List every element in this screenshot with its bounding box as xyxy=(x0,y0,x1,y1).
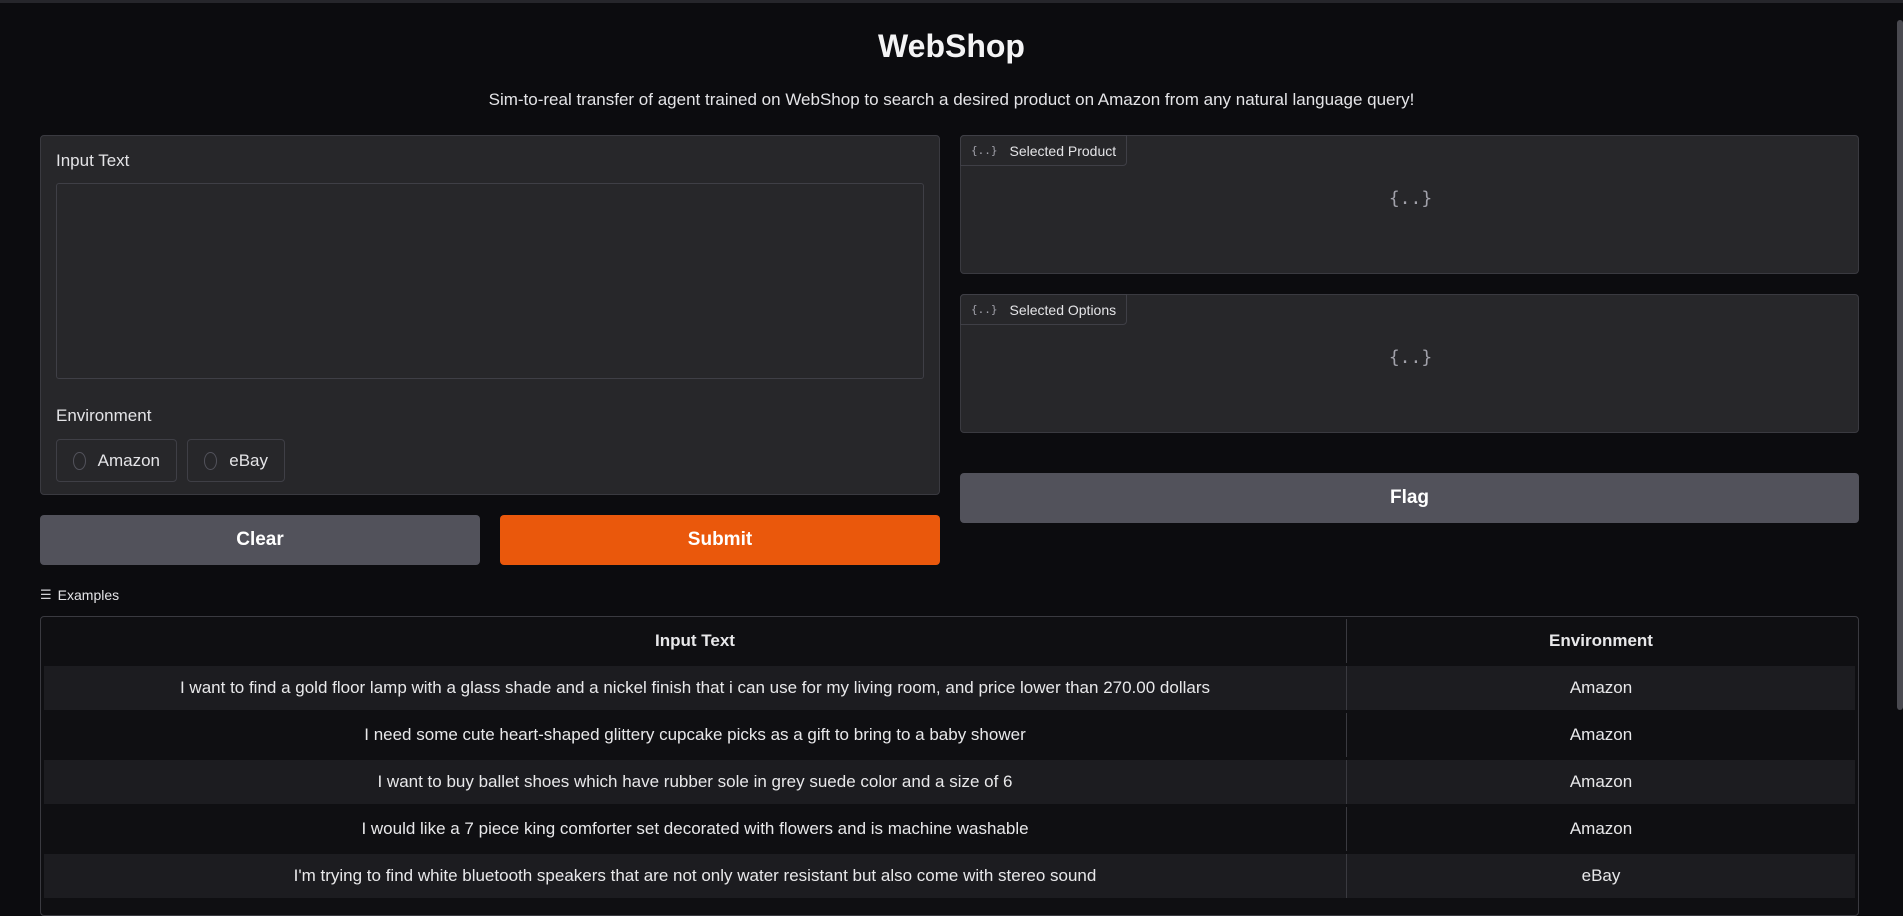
list-icon: ☰ xyxy=(40,587,52,602)
selected-product-panel: {..} Selected Product {..} xyxy=(960,135,1859,274)
selected-product-label: Selected Product xyxy=(1009,142,1117,159)
examples-label: Examples xyxy=(57,587,120,603)
environment-label: Environment xyxy=(56,406,152,425)
table-row[interactable]: I want to buy ballet shoes which have ru… xyxy=(44,760,1855,804)
table-row[interactable]: I would like a 7 piece king comforter se… xyxy=(44,807,1855,851)
submit-button[interactable]: Submit xyxy=(500,515,940,565)
input-text-label: Input Text xyxy=(56,151,130,170)
column-header-input-text: Input Text xyxy=(44,619,1347,663)
radio-ebay[interactable]: eBay xyxy=(187,439,285,482)
column-header-environment: Environment xyxy=(1549,631,1653,650)
example-input-text: I want to find a gold floor lamp with a … xyxy=(44,666,1347,710)
radio-circle-icon[interactable] xyxy=(204,451,218,470)
page: WebShop Sim-to-real transfer of agent tr… xyxy=(0,0,1903,916)
example-environment: Amazon xyxy=(1569,772,1633,791)
table-row[interactable]: I want to find a gold floor lamp with a … xyxy=(44,666,1855,710)
input-panel: Input Text Environment Amazon eBay xyxy=(40,135,940,495)
flag-button[interactable]: Flag xyxy=(960,473,1859,523)
example-environment: Amazon xyxy=(1569,678,1633,697)
example-input-text: I need some cute heart-shaped glittery c… xyxy=(44,713,1347,757)
example-environment: Amazon xyxy=(1569,819,1633,838)
top-border xyxy=(0,0,1903,3)
json-icon: {..} xyxy=(971,144,998,157)
radio-amazon[interactable]: Amazon xyxy=(56,439,177,482)
table-row[interactable]: I need some cute heart-shaped glittery c… xyxy=(44,713,1855,757)
radio-ebay-label: eBay xyxy=(229,450,268,470)
table-row[interactable]: I'm trying to find white bluetooth speak… xyxy=(44,854,1855,898)
radio-circle-icon[interactable] xyxy=(73,451,86,470)
app-title: WebShop xyxy=(878,28,1025,64)
selected-options-tag: {..} Selected Options xyxy=(960,294,1128,325)
input-text-area[interactable] xyxy=(56,183,924,379)
json-icon: {..} xyxy=(971,303,998,316)
examples-heading: ☰ Examples xyxy=(40,587,119,603)
app-subtitle: Sim-to-real transfer of agent trained on… xyxy=(488,90,1415,109)
example-input-text: I want to buy ballet shoes which have ru… xyxy=(44,760,1347,804)
table-header-row: Input Text Environment xyxy=(44,619,1855,663)
radio-amazon-label: Amazon xyxy=(97,450,160,470)
example-environment: eBay xyxy=(1581,866,1621,885)
selected-options-value: {..} xyxy=(1388,347,1433,368)
clear-button[interactable]: Clear xyxy=(40,515,480,565)
selected-product-value: {..} xyxy=(1388,188,1433,209)
selected-product-tag: {..} Selected Product xyxy=(960,135,1128,166)
selected-options-panel: {..} Selected Options {..} xyxy=(960,294,1859,433)
selected-options-label: Selected Options xyxy=(1009,301,1117,318)
examples-table: Input Text Environment I want to find a … xyxy=(40,616,1859,916)
example-environment: Amazon xyxy=(1569,725,1633,744)
example-input-text: I would like a 7 piece king comforter se… xyxy=(44,807,1347,851)
page-scrollbar[interactable] xyxy=(1897,20,1903,710)
example-input-text: I'm trying to find white bluetooth speak… xyxy=(44,854,1347,898)
